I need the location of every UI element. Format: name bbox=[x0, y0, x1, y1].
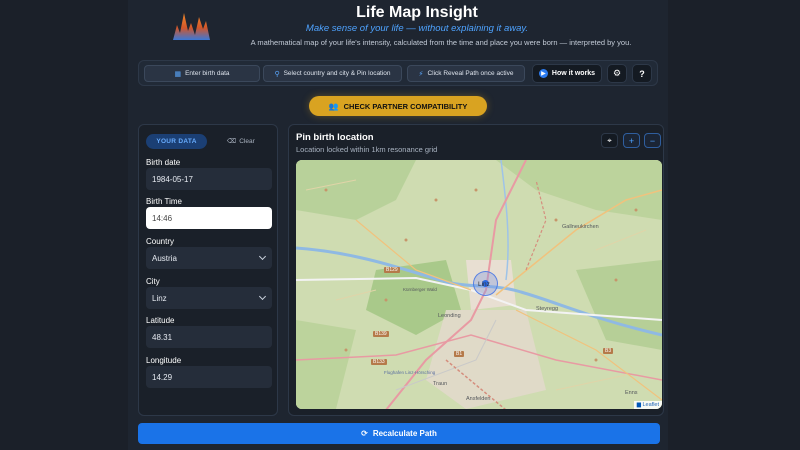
header: Life Map Insight Make sense of your life… bbox=[128, 0, 668, 56]
birth-time-label: Birth Time bbox=[146, 197, 183, 206]
longitude-input[interactable]: 14.29 bbox=[146, 366, 272, 388]
description: A mathematical map of your life's intens… bbox=[250, 38, 632, 47]
zoom-out-button[interactable]: − bbox=[644, 133, 661, 148]
map-title: Pin birth location bbox=[296, 132, 374, 143]
pin-icon: ⚲ bbox=[274, 70, 280, 78]
app-container: Life Map Insight Make sense of your life… bbox=[128, 0, 668, 450]
road-shield-b1: B1 bbox=[454, 351, 465, 357]
plus-icon: + bbox=[628, 135, 635, 146]
country-select[interactable]: Austria bbox=[146, 247, 272, 269]
steps-toolbar: ▦ Enter birth data ⚲ Select country and … bbox=[138, 60, 658, 86]
eraser-icon: ⌫ bbox=[227, 138, 237, 145]
help-button[interactable]: ? bbox=[632, 64, 652, 83]
longitude-label: Longitude bbox=[146, 356, 182, 365]
tagline: Make sense of your life — without explai… bbox=[305, 23, 529, 34]
chevron-down-icon bbox=[258, 292, 267, 301]
bolt-icon: ⚡ bbox=[418, 70, 424, 78]
gear-icon: ⚙ bbox=[612, 68, 622, 78]
partner-compatibility-button[interactable]: 👥 CHECK PARTNER COMPATIBILITY bbox=[309, 96, 487, 116]
locate-button[interactable]: ⌖ bbox=[601, 133, 618, 148]
flag-icon: ▆ bbox=[636, 402, 641, 408]
clear-button[interactable]: ⌫ Clear bbox=[227, 137, 255, 146]
minus-icon: − bbox=[649, 135, 656, 146]
map-view[interactable]: Linz Leonding Steyregg Gallneukirchen Tr… bbox=[296, 160, 662, 409]
chevron-down-icon bbox=[258, 252, 267, 261]
map-label-linz: Linz bbox=[478, 281, 490, 288]
latitude-input[interactable]: 48.31 bbox=[146, 326, 272, 348]
zoom-in-button[interactable]: + bbox=[623, 133, 640, 148]
crosshair-icon: ⌖ bbox=[607, 135, 612, 145]
page-title: Life Map Insight bbox=[356, 4, 478, 21]
map-label-enns: Enns bbox=[625, 390, 638, 396]
map-label-traun: Traun bbox=[433, 381, 448, 387]
step-select-location[interactable]: ⚲ Select country and city & Pin location bbox=[263, 65, 402, 82]
road-shield-b3: B3 bbox=[603, 348, 614, 354]
city-label: City bbox=[146, 277, 160, 286]
road-shield-b139: B139 bbox=[373, 331, 389, 337]
birth-date-label: Birth date bbox=[146, 158, 181, 167]
users-icon: 👥 bbox=[328, 101, 339, 111]
step-reveal-path[interactable]: ⚡ Click Reveal Path once active bbox=[407, 65, 525, 82]
map-attribution[interactable]: ▆ Leaflet bbox=[633, 401, 662, 409]
city-select[interactable]: Linz bbox=[146, 287, 272, 309]
map-label-ansfelden: Ansfelden bbox=[466, 396, 491, 402]
step-enter-birth-data[interactable]: ▦ Enter birth data bbox=[144, 65, 260, 82]
tab-your-data[interactable]: YOUR DATA bbox=[146, 134, 207, 149]
birth-time-input[interactable]: 14:46 bbox=[146, 207, 272, 229]
refresh-icon: ⟳ bbox=[361, 429, 368, 438]
map-label-steyregg: Steyregg bbox=[536, 306, 559, 312]
calendar-icon: ▦ bbox=[174, 70, 182, 78]
play-icon: ▶ bbox=[538, 69, 548, 78]
map-label-gallneukirchen: Gallneukirchen bbox=[562, 224, 599, 230]
country-label: Country bbox=[146, 237, 175, 246]
birth-date-input[interactable]: 1984-05-17 bbox=[146, 168, 272, 190]
map-panel: Pin birth location Location locked withi… bbox=[288, 124, 664, 416]
recalculate-path-button[interactable]: ⟳ Recalculate Path bbox=[138, 423, 660, 444]
map-label-kurnberg: Kürnberger Wald bbox=[403, 287, 437, 292]
latitude-label: Latitude bbox=[146, 316, 175, 325]
road-shield-b133: B133 bbox=[371, 359, 387, 365]
settings-button[interactable]: ⚙ bbox=[607, 64, 627, 83]
how-it-works-button[interactable]: ▶ How it works bbox=[532, 64, 602, 83]
birth-data-panel: YOUR DATA ⌫ Clear Birth date 1984-05-17 … bbox=[138, 124, 278, 416]
map-subtitle: Location locked within 1km resonance gri… bbox=[296, 145, 438, 154]
map-label-leonding: Leonding bbox=[438, 313, 461, 319]
road-shield-b129: B129 bbox=[384, 267, 400, 273]
map-label-airport: Flughafen Linz-Hörsching bbox=[384, 370, 436, 375]
